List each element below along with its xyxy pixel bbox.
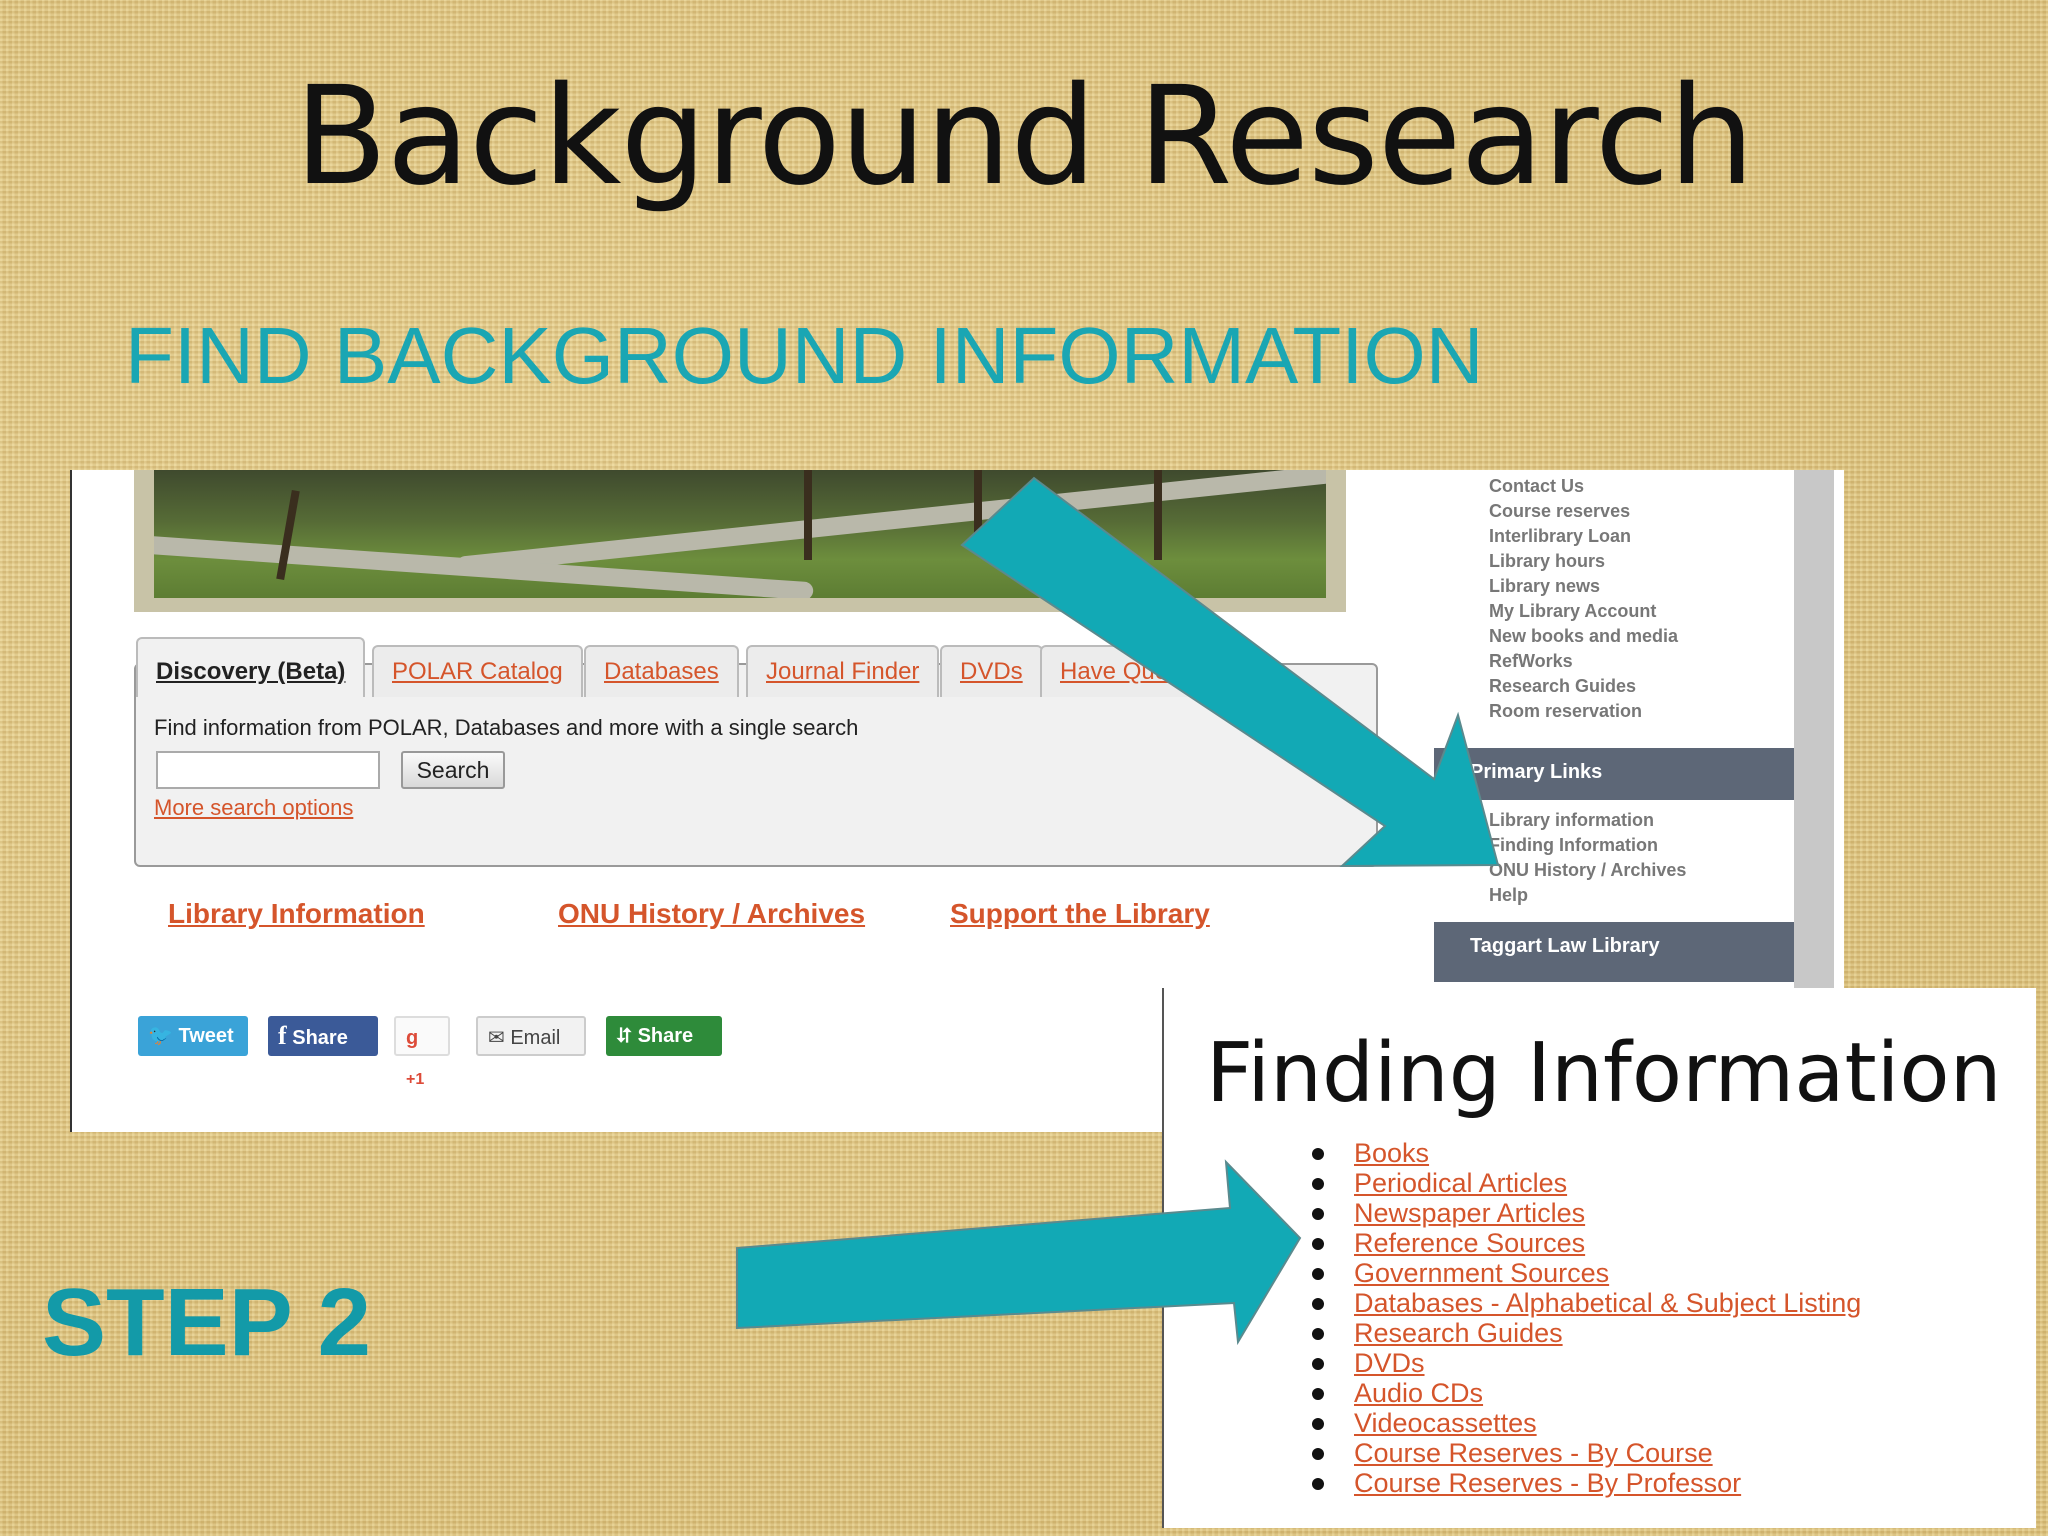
arrow-to-finding-list-icon — [736, 1159, 1302, 1346]
arrow-to-finding-information-icon — [960, 476, 1500, 868]
step-label: STEP 2 — [42, 1269, 372, 1376]
